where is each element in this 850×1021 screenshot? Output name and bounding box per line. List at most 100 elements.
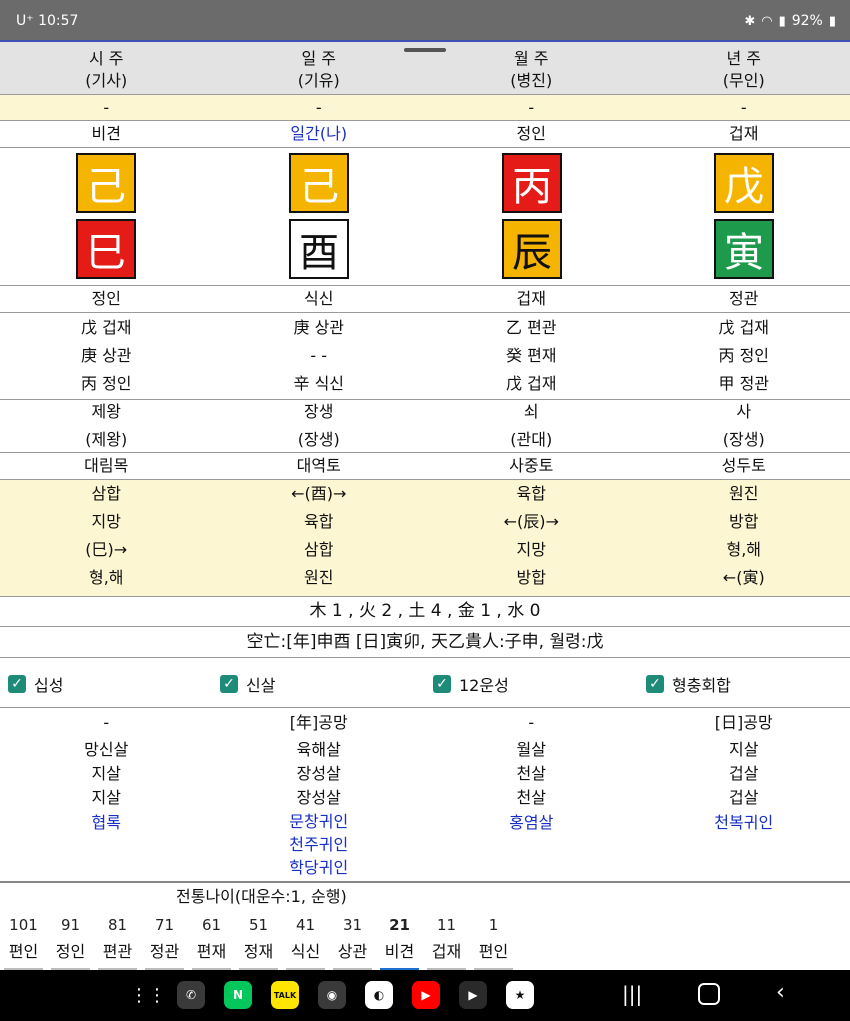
green-app-icon[interactable]: ◐ xyxy=(365,981,393,1009)
stage-alt: (장생) xyxy=(297,430,340,449)
hidden-stem: 乙 편관 xyxy=(505,318,557,337)
daeun-list: 101 편인 91 정인 81 편관 71 정관 61 편재 51 정재 41 식신 31 상관 21 비견 11 겁… xyxy=(0,912,517,971)
hour-stem-box[interactable]: 己 xyxy=(76,153,136,213)
sinsal-column: [日]공망 지살 겁살 겁살 천복귀인 xyxy=(638,710,850,879)
branch-char: 酉 xyxy=(299,230,339,276)
checkbox-sipsung[interactable]: ✓ 십성 xyxy=(8,672,63,696)
dash-cell: - xyxy=(103,98,110,117)
divider xyxy=(0,707,850,708)
status-icons: ✱ ◠ ▮ 92% ▮ xyxy=(744,13,836,29)
play-store-app-icon[interactable]: ▶ xyxy=(459,981,487,1009)
relations-cell: ←(酉)→ 육합 삼합 원진 xyxy=(213,480,426,596)
daeun-age: 91 xyxy=(60,916,81,934)
sinsal-item: 지살 xyxy=(91,764,121,783)
five-elements-summary: 木 1 , 火 2 , 土 4 , 金 1 , 水 0 xyxy=(309,601,541,621)
relation: ←(寅) xyxy=(722,568,765,587)
header-title: 년 주 xyxy=(726,49,762,68)
day-pillar-header: 일 주 (기유) xyxy=(213,42,426,94)
phone-app-icon[interactable]: ✆ xyxy=(177,981,205,1009)
status-time: U⁺ 10:57 xyxy=(16,13,78,29)
stage-value: 제왕 xyxy=(91,402,121,421)
sinsal-column: [年]공망 육해살 장성살 장성살 문창귀인 천주귀인 학당귀인 xyxy=(213,710,426,879)
hidden-stem: - - xyxy=(310,346,328,365)
daeun-item[interactable]: 71 정관 xyxy=(141,912,188,971)
youtube-app-icon[interactable]: ▶ xyxy=(412,981,440,1009)
daeun-item[interactable]: 11 겁재 xyxy=(423,912,470,971)
daeun-item[interactable]: 101 편인 xyxy=(0,912,47,971)
stem-char: 己 xyxy=(299,164,339,210)
daeun-label: 편인 xyxy=(478,942,509,961)
checkbox-12unsung[interactable]: ✓ 12운성 xyxy=(433,672,509,696)
sipsung-cell: 겁재 xyxy=(516,289,546,308)
daeun-item[interactable]: 91 정인 xyxy=(47,912,94,971)
daeun-item[interactable]: 61 편재 xyxy=(188,912,235,971)
year-branch-box[interactable]: 寅 xyxy=(714,219,774,279)
daeun-item[interactable]: 1 편인 xyxy=(470,912,517,971)
relation: 육합 xyxy=(516,484,546,503)
hidden-stem: 辛 식신 xyxy=(293,374,345,393)
header-sub: (병진) xyxy=(510,71,553,90)
checkbox-hyungchung[interactable]: ✓ 형충회합 xyxy=(646,672,731,696)
stem-char: 丙 xyxy=(512,164,552,210)
home-button[interactable] xyxy=(698,983,720,1005)
day-stem-box[interactable]: 己 xyxy=(289,153,349,213)
relations-row: 삼합 지망 (巳)→ 형,해 ←(酉)→ 육합 삼합 원진 육합 ←(辰)→ 지망 방합 원진 방합… xyxy=(0,480,850,596)
sinsal-item: 겁살 xyxy=(729,764,759,783)
recent-apps-button[interactable]: ||| xyxy=(622,982,642,1006)
stem-char: 己 xyxy=(86,164,126,210)
relation: ←(辰)→ xyxy=(503,512,559,531)
sinsal-item: 천살 xyxy=(516,764,546,783)
daeun-label: 겁재 xyxy=(431,942,462,961)
stem-char: 戊 xyxy=(724,164,764,210)
header-title: 시 주 xyxy=(88,49,124,68)
signal-icon: ▮ xyxy=(778,13,786,29)
hidden-stems-cell: 乙 편관 癸 편재 戊 겁재 xyxy=(425,314,638,398)
sinsal-top: - xyxy=(528,713,535,732)
sinsal-top: [年]공망 xyxy=(289,713,348,732)
daeun-item[interactable]: 31 상관 xyxy=(329,912,376,971)
sinsal-column: - 월살 천살 천살 홍염살 xyxy=(425,710,638,879)
sipsung-cell: 식신 xyxy=(304,289,334,308)
check-icon: ✓ xyxy=(646,675,664,693)
sinsal-item: 육해살 xyxy=(296,740,341,759)
checkbox-sinsal[interactable]: ✓ 신살 xyxy=(220,672,275,696)
branch-char: 寅 xyxy=(724,230,764,276)
check-icon: ✓ xyxy=(433,675,451,693)
naver-app-icon[interactable]: N xyxy=(224,981,252,1009)
header-title: 일 주 xyxy=(301,49,337,68)
apps-grid-icon[interactable]: ⋮⋮ xyxy=(130,985,166,1006)
month-stem-box[interactable]: 丙 xyxy=(502,153,562,213)
daeun-item[interactable]: 21 비견 xyxy=(376,912,423,971)
daeun-label: 정재 xyxy=(243,942,274,961)
daeun-label: 편재 xyxy=(196,942,227,961)
relation: 형,해 xyxy=(726,540,762,559)
month-branch-box[interactable]: 辰 xyxy=(502,219,562,279)
dash-cell: - xyxy=(528,98,535,117)
hour-branch-box[interactable]: 巳 xyxy=(76,219,136,279)
drag-handle[interactable] xyxy=(404,48,446,52)
back-button[interactable]: ‹ xyxy=(776,980,785,1005)
battery-level: 92% xyxy=(791,13,823,29)
daeun-item[interactable]: 41 식신 xyxy=(282,912,329,971)
sinsal-item: 지살 xyxy=(91,788,121,807)
navigation-bar: ⋮⋮ ✆ N TALK ◉ ◐ ▶ ▶ ★ ||| ‹ xyxy=(0,970,850,1021)
daeun-age: 71 xyxy=(154,916,175,934)
record-app-icon[interactable]: ★ xyxy=(506,981,534,1009)
sinsal-item: 천살 xyxy=(516,788,546,807)
day-branch-box[interactable]: 酉 xyxy=(289,219,349,279)
hidden-stem: 庚 상관 xyxy=(80,346,132,365)
sipsung-cell: 정인 xyxy=(516,124,546,143)
daeun-title: 전통나이(대운수:1, 순행) xyxy=(176,887,347,906)
year-stem-box[interactable]: 戊 xyxy=(714,153,774,213)
kakaotalk-app-icon[interactable]: TALK xyxy=(271,981,299,1009)
daeun-item[interactable]: 51 정재 xyxy=(235,912,282,971)
daeun-label: 상관 xyxy=(337,942,368,961)
camera-app-icon[interactable]: ◉ xyxy=(318,981,346,1009)
daeun-item[interactable]: 81 편관 xyxy=(94,912,141,971)
hidden-stem: 丙 정인 xyxy=(718,346,770,365)
daeun-label: 정인 xyxy=(55,942,86,961)
header-sub: (기유) xyxy=(297,71,340,90)
daeun-age: 101 xyxy=(9,916,38,934)
relation: 육합 xyxy=(304,512,334,531)
divider xyxy=(0,147,850,148)
